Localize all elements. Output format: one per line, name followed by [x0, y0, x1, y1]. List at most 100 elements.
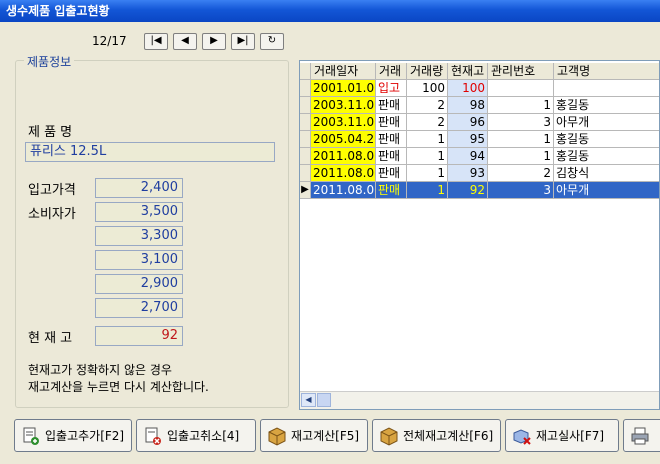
next-record-button[interactable]: ▶ — [202, 32, 226, 50]
cell-customer: 아무개 — [554, 114, 659, 130]
last-record-button[interactable]: ▶| — [231, 32, 255, 50]
scroll-left-icon[interactable]: ◀ — [301, 393, 316, 407]
record-counter: 12/17 — [92, 34, 127, 48]
horizontal-scrollbar[interactable]: ◀ — [300, 391, 659, 409]
cell-mgmt: 3 — [488, 114, 554, 130]
table-row-selected[interactable]: ▶ 2011.08.06 판매 1 92 3 아무개 — [300, 182, 659, 199]
cell-date: 2011.08.06 — [311, 182, 376, 198]
cell-stock: 95 — [448, 131, 488, 147]
cell-qty: 100 — [407, 80, 448, 96]
row-indicator-icon[interactable] — [300, 131, 311, 147]
action-button-label: 입출고취소[4] — [167, 429, 240, 443]
calc-all-stock-button[interactable]: 전체재고계산[F6] — [372, 419, 501, 452]
cell-qty: 1 — [407, 165, 448, 181]
cancel-inout-button[interactable]: 입출고취소[4] — [136, 419, 256, 452]
record-navigator: 12/17 |◀ ◀ ▶ ▶| ↻ — [92, 31, 289, 51]
consumer-price-label: 소비자가 — [28, 207, 76, 222]
window-title: 생수제품 입출고현황 — [6, 4, 110, 18]
cell-type: 판매 — [376, 114, 407, 130]
current-stock-field[interactable]: 92 — [95, 326, 183, 346]
cell-type: 판매 — [376, 131, 407, 147]
row-indicator-icon[interactable] — [300, 148, 311, 164]
product-name-label: 제 품 명 — [28, 125, 73, 140]
table-row[interactable]: 2003.11.07 판매 2 96 3 아무개 — [300, 114, 659, 131]
cell-date: 2001.01.01 — [311, 80, 376, 96]
cell-qty: 1 — [407, 182, 448, 198]
cell-stock: 94 — [448, 148, 488, 164]
in-price-label: 입고가격 — [28, 183, 76, 198]
add-inout-button[interactable]: 입출고추가[F2] — [14, 419, 132, 452]
table-row[interactable]: 2005.04.25 판매 1 95 1 홍길동 — [300, 131, 659, 148]
cell-qty: 2 — [407, 114, 448, 130]
scroll-thumb[interactable] — [317, 393, 331, 407]
column-header: 거래량 — [407, 63, 448, 79]
cell-date: 2011.08.06 — [311, 148, 376, 164]
grid-header-row[interactable]: 거래일자 거래 거래량 현재고 관리번호 고객명 — [300, 63, 659, 80]
cell-stock: 92 — [448, 182, 488, 198]
table-row[interactable]: 2011.08.06 판매 1 94 1 홍길동 — [300, 148, 659, 165]
cell-mgmt — [488, 80, 554, 96]
row-indicator-icon[interactable]: ▶ — [300, 182, 311, 198]
cell-mgmt: 1 — [488, 97, 554, 113]
cell-type: 입고 — [376, 80, 407, 96]
cell-customer: 아무개 — [554, 182, 659, 198]
consumer-price-field-3[interactable]: 3,100 — [95, 250, 183, 270]
box-icon — [267, 426, 287, 446]
row-indicator-icon[interactable] — [300, 97, 311, 113]
consumer-price-field-4[interactable]: 2,900 — [95, 274, 183, 294]
stock-label: 현 재 고 — [28, 331, 73, 346]
table-row[interactable]: 2003.11.07 판매 2 98 1 홍길동 — [300, 97, 659, 114]
action-button-label: 입출고추가[F2] — [45, 429, 125, 443]
calc-stock-button[interactable]: 재고계산[F5] — [260, 419, 368, 452]
row-indicator-icon[interactable] — [300, 165, 311, 181]
cell-stock: 98 — [448, 97, 488, 113]
consumer-price-field-5[interactable]: 2,700 — [95, 298, 183, 318]
stock-audit-button[interactable]: 재고실사[F7] — [505, 419, 619, 452]
row-indicator-icon[interactable] — [300, 114, 311, 130]
product-name-field[interactable]: 퓨리스 12.5L — [25, 142, 275, 162]
cell-stock: 100 — [448, 80, 488, 96]
window-title-bar: 생수제품 입출고현황 — [0, 0, 660, 22]
cell-mgmt: 1 — [488, 148, 554, 164]
cell-type: 판매 — [376, 97, 407, 113]
consumer-price-field-1[interactable]: 3,500 — [95, 202, 183, 222]
cell-mgmt: 2 — [488, 165, 554, 181]
cell-type: 판매 — [376, 148, 407, 164]
action-button-label: 재고실사[F7] — [536, 429, 605, 443]
refresh-button[interactable]: ↻ — [260, 32, 284, 50]
cell-mgmt: 1 — [488, 131, 554, 147]
stock-note-line-1: 현재고가 정확하지 않은 경우 — [28, 363, 172, 377]
action-button-label: 재고계산[F5] — [291, 429, 360, 443]
table-row[interactable]: 2011.08.06 판매 1 93 2 김창식 — [300, 165, 659, 182]
action-button-label: 전체재고계산[F6] — [403, 429, 494, 443]
transaction-grid[interactable]: 거래일자 거래 거래량 현재고 관리번호 고객명 2001.01.01 입고 100 100 200… — [299, 60, 660, 410]
cell-qty: 1 — [407, 131, 448, 147]
cell-type: 판매 — [376, 182, 407, 198]
cell-type: 판매 — [376, 165, 407, 181]
cell-mgmt: 3 — [488, 182, 554, 198]
cell-qty: 1 — [407, 148, 448, 164]
cell-date: 2005.04.25 — [311, 131, 376, 147]
cancel-document-icon — [143, 426, 163, 446]
print-button[interactable] — [623, 419, 660, 452]
column-header: 거래일자 — [311, 63, 376, 79]
row-indicator-icon[interactable] — [300, 80, 311, 96]
in-price-field[interactable]: 2,400 — [95, 178, 183, 198]
consumer-price-field-2[interactable]: 3,300 — [95, 226, 183, 246]
cell-stock: 93 — [448, 165, 488, 181]
audit-icon — [512, 426, 532, 446]
table-row[interactable]: 2001.01.01 입고 100 100 — [300, 80, 659, 97]
stock-note-line-2: 재고계산을 누르면 다시 계산합니다. — [28, 380, 209, 394]
prev-record-button[interactable]: ◀ — [173, 32, 197, 50]
column-header: 거래 — [376, 63, 407, 79]
cell-date: 2003.11.07 — [311, 114, 376, 130]
cell-customer: 홍길동 — [554, 148, 659, 164]
printer-icon — [630, 426, 650, 446]
column-header: 고객명 — [554, 63, 659, 79]
cell-qty: 2 — [407, 97, 448, 113]
add-document-icon — [21, 426, 41, 446]
grid-row-selector-header — [300, 63, 311, 79]
cell-date: 2003.11.07 — [311, 97, 376, 113]
box-icon — [379, 426, 399, 446]
first-record-button[interactable]: |◀ — [144, 32, 168, 50]
